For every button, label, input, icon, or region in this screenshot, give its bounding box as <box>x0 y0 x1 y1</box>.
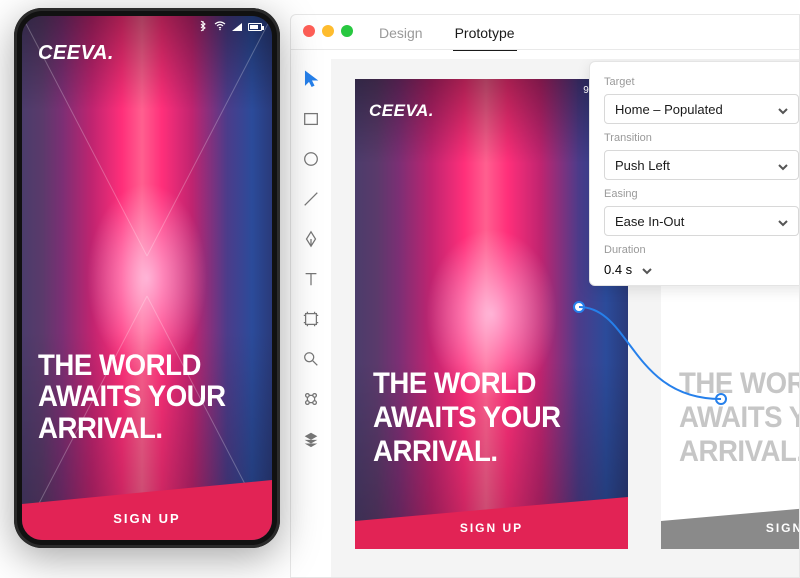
chevron-down-icon <box>778 104 788 114</box>
wire-target-handle[interactable] <box>715 393 727 405</box>
battery-icon <box>248 23 262 31</box>
window-maximize-button[interactable] <box>341 25 353 37</box>
duration-control[interactable]: 0.4 s <box>604 262 799 277</box>
transition-label: Transition <box>604 132 799 144</box>
window-controls <box>303 25 353 37</box>
headline-line: THE WORLD <box>373 367 593 401</box>
brand-logo: CEEVA. <box>38 42 114 65</box>
easing-label: Easing <box>604 188 799 200</box>
headline-line: ARRIVAL. <box>373 435 593 469</box>
easing-dropdown[interactable]: Ease In-Out <box>604 206 799 236</box>
canvas-area[interactable]: 9:41 AM CEEVA. THE WORLD AWAITS YOUR ARR… <box>331 59 799 577</box>
tab-prototype[interactable]: Prototype <box>453 21 517 51</box>
headline-line: AWAITS YOUR <box>38 381 239 413</box>
zoom-tool[interactable] <box>301 349 321 369</box>
wire-source-handle[interactable] <box>573 301 585 313</box>
prototype-properties-panel: Target Home – Populated Transition Push … <box>589 61 799 286</box>
headline-line: ARRIVAL. <box>679 435 799 469</box>
device-preview-phone: CEEVA. THE WORLD AWAITS YOUR ARRIVAL. SI… <box>14 8 280 548</box>
tab-design[interactable]: Design <box>377 21 425 51</box>
ellipse-tool[interactable] <box>301 149 321 169</box>
bluetooth-icon <box>198 20 208 35</box>
window-close-button[interactable] <box>303 25 315 37</box>
duration-label: Duration <box>604 244 799 256</box>
chevron-down-icon <box>778 216 788 226</box>
pen-tool[interactable] <box>301 229 321 249</box>
headline-line: ARRIVAL. <box>38 413 239 445</box>
rectangle-tool[interactable] <box>301 109 321 129</box>
device-screen: CEEVA. THE WORLD AWAITS YOUR ARRIVAL. SI… <box>22 16 272 540</box>
brand-logo: CEEVA. <box>369 101 434 121</box>
headline-text: THE WORLD AWAITS YOUR ARRIVAL. <box>38 350 256 445</box>
window-minimize-button[interactable] <box>322 25 334 37</box>
easing-value: Ease In-Out <box>615 214 684 229</box>
wifi-icon <box>214 21 226 34</box>
divider <box>291 49 799 50</box>
chevron-down-icon <box>642 265 652 275</box>
left-toolbar <box>291 59 331 577</box>
artboard-welcome[interactable]: 9:41 AM CEEVA. THE WORLD AWAITS YOUR ARR… <box>355 79 628 549</box>
artboard-tool[interactable] <box>301 309 321 329</box>
design-app-window: Design Prototype <box>290 14 800 578</box>
transition-value: Push Left <box>615 158 670 173</box>
text-tool[interactable] <box>301 269 321 289</box>
target-dropdown[interactable]: Home – Populated <box>604 94 799 124</box>
assets-tool[interactable] <box>301 389 321 409</box>
target-value: Home – Populated <box>615 102 723 117</box>
headline-text: THE WOR AWAITS Y ARRIVAL. <box>679 367 799 469</box>
headline-line: THE WOR <box>679 367 799 401</box>
headline-line: THE WORLD <box>38 350 239 382</box>
chevron-down-icon <box>778 160 788 170</box>
layers-tool[interactable] <box>301 429 321 449</box>
mode-tabs: Design Prototype <box>377 21 517 51</box>
background-scene <box>355 79 628 549</box>
transition-dropdown[interactable]: Push Left <box>604 150 799 180</box>
background-scene <box>22 16 272 540</box>
line-tool[interactable] <box>301 189 321 209</box>
target-label: Target <box>604 76 799 88</box>
android-status-bar <box>22 16 272 38</box>
signup-button[interactable]: SIGN UP <box>661 497 799 549</box>
headline-line: AWAITS Y <box>679 401 799 435</box>
headline-text: THE WORLD AWAITS YOUR ARRIVAL. <box>373 367 612 469</box>
select-tool[interactable] <box>301 69 321 89</box>
headline-line: AWAITS YOUR <box>373 401 593 435</box>
cell-signal-icon <box>232 23 242 31</box>
duration-value: 0.4 s <box>604 262 632 277</box>
